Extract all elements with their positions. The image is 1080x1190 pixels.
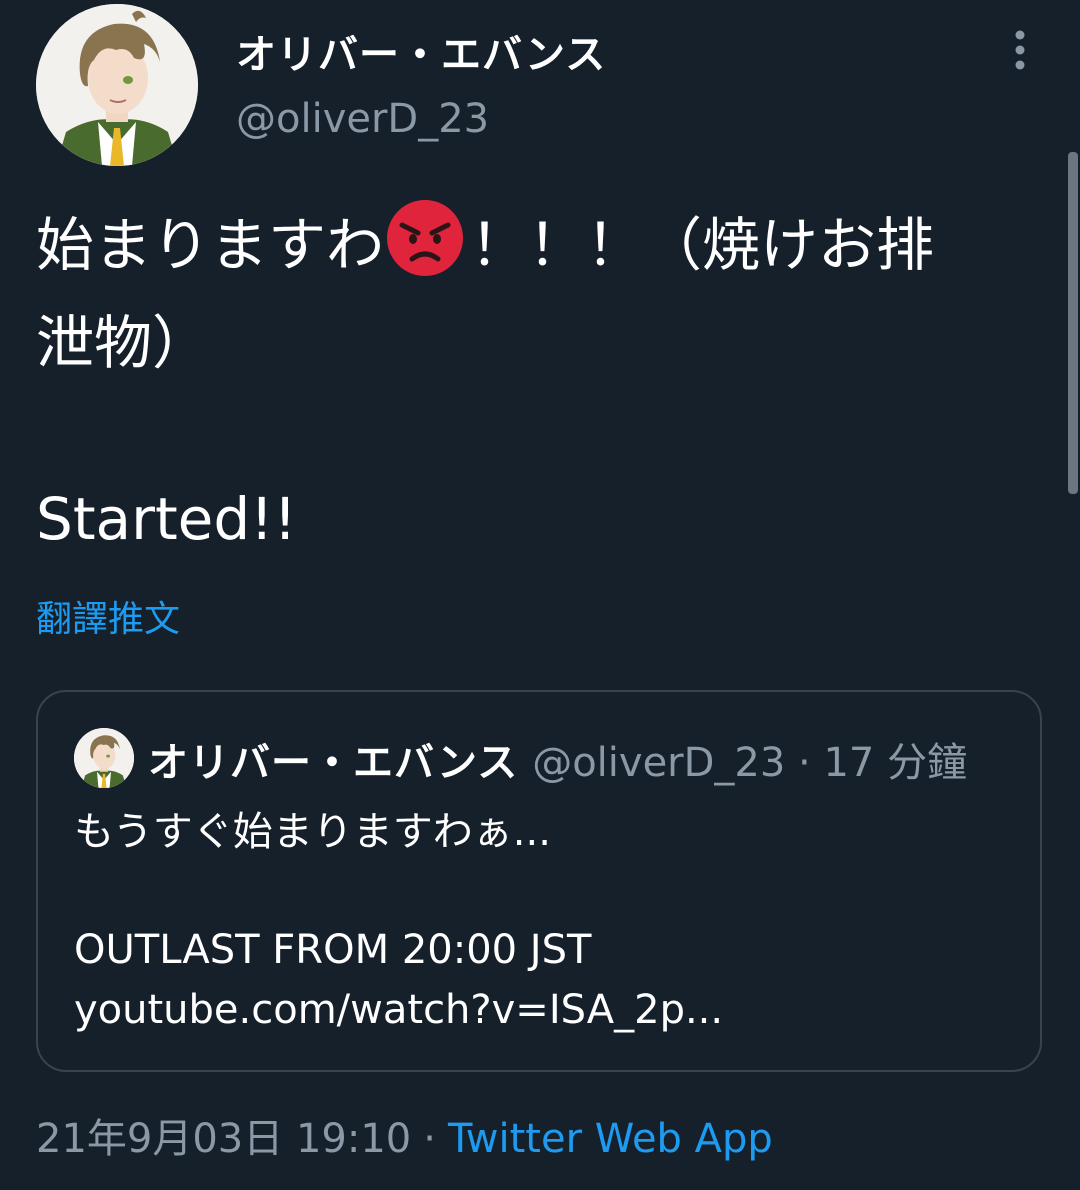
more-vertical-icon[interactable] — [1004, 30, 1036, 72]
tweet-text-segment: ！！！（焼けお排 — [470, 211, 935, 279]
tweet-source-link[interactable]: Twitter Web App — [448, 1116, 773, 1162]
quoted-blank-line — [74, 862, 1014, 920]
author-display-name[interactable]: オリバー・エバンス — [236, 22, 606, 80]
quoted-tweet-body: もうすぐ始まりますわぁ... OUTLAST FROM 20:00 JST yo… — [74, 802, 1014, 1040]
footer-separator: · — [423, 1116, 436, 1162]
avatar-illustration — [74, 728, 134, 788]
quoted-author-name: オリバー・エバンス — [148, 740, 519, 786]
author-avatar[interactable] — [36, 4, 198, 166]
quoted-line-1: もうすぐ始まりますわぁ... — [74, 809, 551, 855]
angry-face-icon — [386, 199, 464, 277]
translate-tweet-link[interactable]: 翻譯推文 — [36, 590, 180, 642]
tweet-line-1: 始まりますわ ！！！（焼けお排 — [36, 196, 1036, 294]
tweet-line-2: 泄物） — [36, 309, 211, 377]
tweet-timestamp[interactable]: 21年9月03日 19:10 — [36, 1116, 411, 1162]
tweet-text-segment: 始まりますわ — [36, 211, 385, 279]
tweet-line-3: Started!! — [36, 485, 297, 553]
quoted-tweet-header: オリバー・エバンス @oliverD_23 · 17 分鐘 — [148, 730, 967, 788]
quoted-author-meta: @oliverD_23 · 17 分鐘 — [532, 740, 968, 786]
tweet-text: 始まりますわ ！！！（焼けお排 泄物） Started!! — [36, 196, 1036, 568]
quoted-link: youtube.com/watch?v=ISA_2p... — [74, 987, 724, 1033]
quoted-author-avatar[interactable] — [74, 728, 134, 788]
avatar-illustration — [36, 4, 198, 166]
quoted-line-2: OUTLAST FROM 20:00 JST — [74, 927, 592, 973]
tweet-footer: 21年9月03日 19:10 · Twitter Web App — [36, 1106, 773, 1164]
scrollbar[interactable] — [1068, 152, 1078, 494]
author-handle[interactable]: @oliverD_23 — [236, 96, 489, 142]
quoted-tweet-card[interactable]: オリバー・エバンス @oliverD_23 · 17 分鐘 もうすぐ始まりますわぁ… — [36, 690, 1042, 1072]
